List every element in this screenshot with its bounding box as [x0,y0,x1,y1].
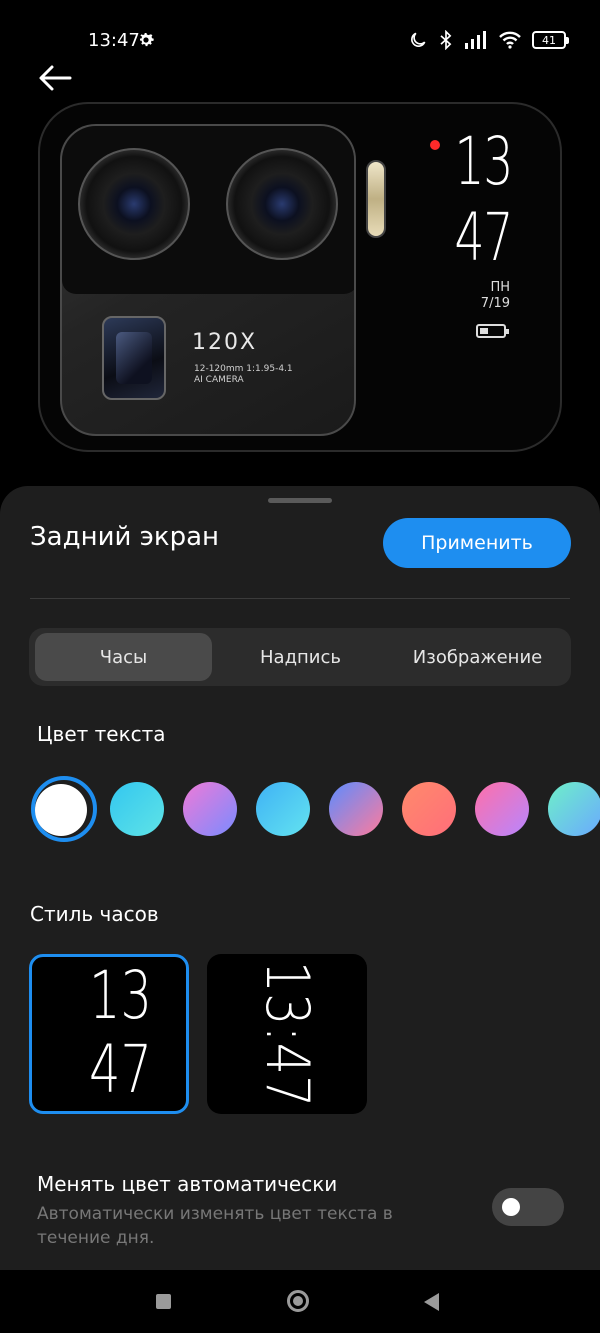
back-arrow-icon[interactable] [36,62,76,94]
preview-minute: 47 [454,199,513,276]
text-color-label: Цвет текста [37,722,166,746]
moon-icon [411,32,426,47]
style-stacked-hour: 13 [89,957,152,1034]
auto-color-description: Автоматически изменять цвет текста в теч… [37,1204,393,1248]
color-swatch-blue[interactable] [256,782,310,836]
auto-color-title: Менять цвет автоматически [37,1172,338,1196]
preview-date: 7/19 [480,296,510,311]
color-swatches [0,776,600,842]
toggle-knob [502,1198,520,1216]
tab-caption[interactable]: Надпись [212,633,389,681]
tab-clock[interactable]: Часы [35,633,212,681]
preview-battery-icon [476,324,509,338]
style-stacked-minute: 47 [89,1031,152,1108]
back-icon[interactable] [424,1293,439,1311]
clock-style-stacked[interactable]: 13 47 [29,954,189,1114]
clock-style-label: Стиль часов [30,902,159,926]
camera-spec: 12-120mm 1:1.95-4.1 AI CAMERA [194,364,293,386]
main-lens [78,148,190,260]
preview-hour: 13 [454,123,513,200]
periscope-lens [102,316,166,400]
color-swatch-blue-pink[interactable] [329,782,383,836]
status-bar: 13:47 41 [0,0,600,84]
status-icons: 41 [408,30,569,50]
color-swatch-pink-violet[interactable] [475,782,529,836]
camera-spec-line1: 12-120mm 1:1.95-4.1 [194,364,293,374]
mode-tabs: Часы Надпись Изображение [29,628,571,686]
style-rotated-time: 13:47 [252,960,322,1108]
sheet-title: Задний экран [30,522,220,552]
navigation-bar [0,1270,600,1333]
bluetooth-icon [440,30,452,50]
divider [30,598,570,599]
recents-icon[interactable] [156,1294,171,1309]
color-swatch-coral[interactable] [402,782,456,836]
camera-spec-line2: AI CAMERA [194,375,244,385]
clock-style-rotated[interactable]: 13:47 [207,954,367,1114]
color-swatch-teal-blue[interactable] [548,782,600,836]
battery-level: 41 [542,33,556,47]
wifi-icon [499,31,521,49]
settings-sheet: Задний экран Применить Часы Надпись Изоб… [0,486,600,1270]
auto-color-toggle[interactable] [492,1188,564,1226]
color-swatch-white[interactable] [35,784,87,836]
battery-icon: 41 [532,31,569,49]
color-swatch-cyan[interactable] [110,782,164,836]
tab-image[interactable]: Изображение [389,633,566,681]
apply-button[interactable]: Применить [383,518,571,568]
home-icon[interactable] [287,1290,309,1312]
rear-screen-preview: 120X 12-120mm 1:1.95-4.1 AI CAMERA 13 47… [38,102,562,452]
sheet-handle[interactable] [268,498,332,503]
status-time: 13:47 [88,30,140,51]
notification-dot [430,140,440,150]
camera-module: 120X 12-120mm 1:1.95-4.1 AI CAMERA [60,124,356,436]
color-swatch-purple-pink[interactable] [183,782,237,836]
ultrawide-lens [226,148,338,260]
signal-icon [465,31,486,49]
camera-zoom-label: 120X [192,330,258,355]
gear-icon [140,32,154,47]
flash [366,160,386,238]
preview-day: ПН [490,280,510,295]
